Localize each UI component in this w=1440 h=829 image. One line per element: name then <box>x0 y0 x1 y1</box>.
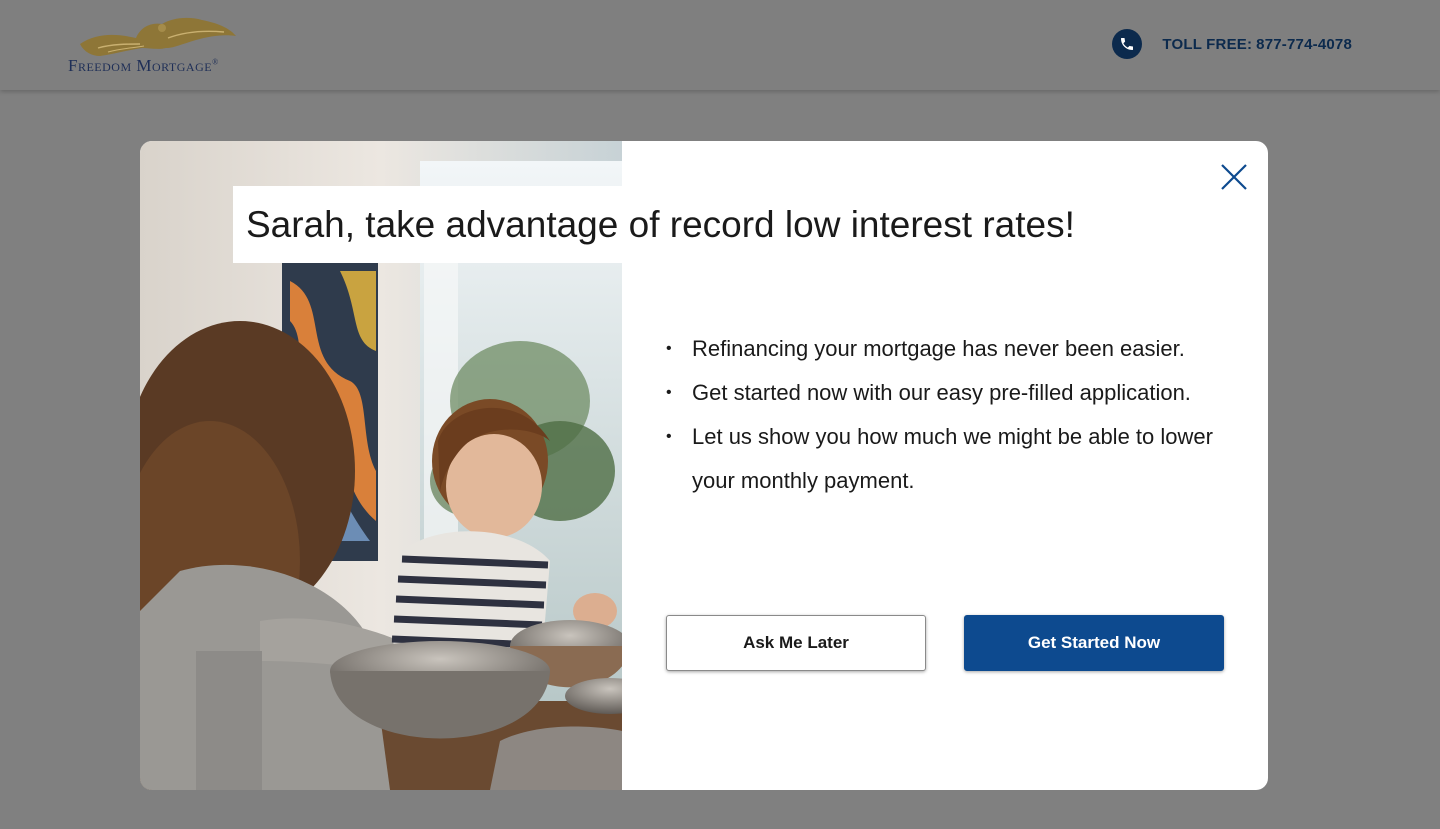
logo-text: Freedom Mortgage® <box>68 56 219 75</box>
phone-number[interactable]: 877-774-4078 <box>1256 36 1352 53</box>
phone-text: TOLL FREE: 877-774-4078 <box>1162 36 1352 53</box>
toll-free-phone[interactable]: TOLL FREE: 877-774-4078 <box>1112 28 1352 60</box>
get-started-now-button[interactable]: Get Started Now <box>964 615 1224 671</box>
bullet-icon: • <box>666 428 672 445</box>
list-item: • Let us show you how much we might be ab… <box>666 415 1236 503</box>
bullet-icon: • <box>666 340 672 357</box>
benefits-list: • Refinancing your mortgage has never bee… <box>666 327 1236 503</box>
refinance-modal: Sarah, take advantage of record low inte… <box>140 141 1268 790</box>
list-item: • Get started now with our easy pre-fille… <box>666 371 1236 415</box>
list-item: • Refinancing your mortgage has never bee… <box>666 327 1236 371</box>
freedom-mortgage-logo[interactable]: Freedom Mortgage® <box>66 14 256 76</box>
phone-icon <box>1112 29 1143 59</box>
toll-free-label: TOLL FREE: <box>1162 35 1253 53</box>
modal-headline: Sarah, take advantage of record low inte… <box>233 186 1158 263</box>
bullet-icon: • <box>666 384 672 401</box>
ask-me-later-button[interactable]: Ask Me Later <box>666 615 926 671</box>
site-header: Freedom Mortgage® TOLL FREE: 877-774-4078 <box>0 0 1440 90</box>
close-icon <box>1221 164 1247 190</box>
close-button[interactable] <box>1218 161 1250 193</box>
eagle-icon <box>80 17 236 56</box>
